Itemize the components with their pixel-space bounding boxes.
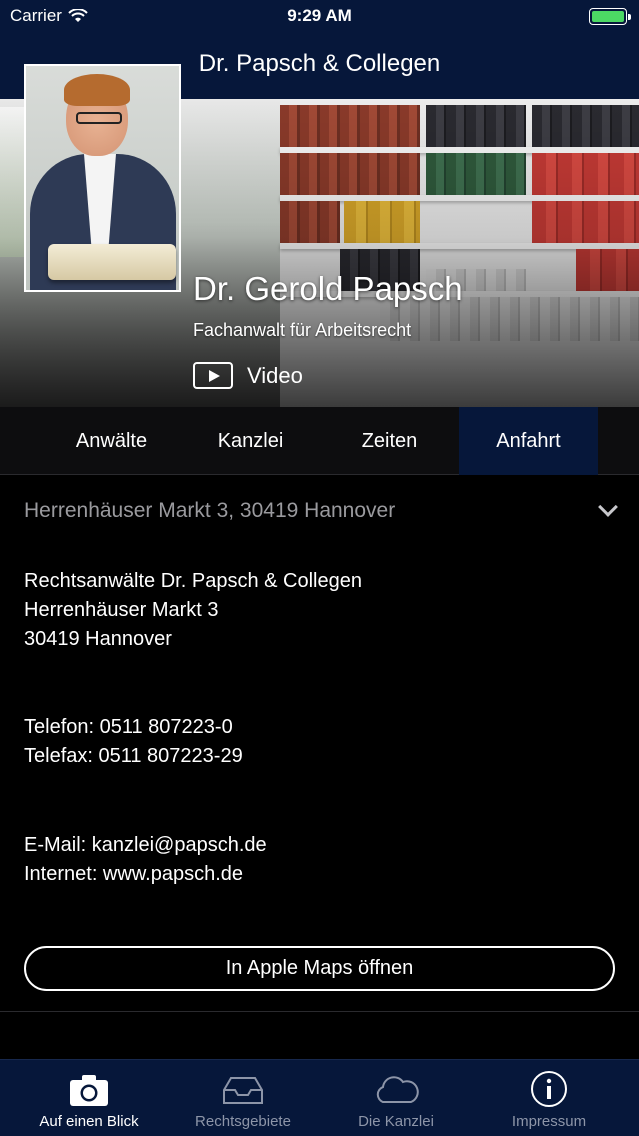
lawyer-name: Dr. Gerold Papsch <box>193 270 463 307</box>
online-block: E-Mail: kanzlei@papsch.de Internet: www.… <box>24 831 267 889</box>
section-tabs: Anwälte Kanzlei Zeiten Anfahrt <box>0 407 639 475</box>
tabbar-label: Rechtsgebiete <box>195 1113 291 1130</box>
info-icon <box>531 1071 567 1107</box>
bottom-tab-bar: Auf einen Blick Rechtsgebiete Die Kanzle… <box>0 1059 639 1136</box>
video-label: Video <box>247 362 303 388</box>
chevron-down-icon <box>598 497 618 517</box>
camera-icon <box>70 1075 108 1106</box>
status-time: 9:29 AM <box>287 6 352 25</box>
cloud-icon <box>376 1076 419 1103</box>
status-bar: Carrier 9:29 AM <box>0 0 639 34</box>
tab-zeiten[interactable]: Zeiten <box>320 407 459 475</box>
tab-anwaelte[interactable]: Anwälte <box>42 407 181 475</box>
phone-number[interactable]: Telefon: 0511 807223-0 <box>24 713 243 742</box>
open-apple-maps-button[interactable]: In Apple Maps öffnen <box>24 946 615 991</box>
tab-anfahrt[interactable]: Anfahrt <box>459 407 598 475</box>
play-icon <box>193 362 233 389</box>
inbox-icon <box>223 1077 263 1104</box>
tabbar-item-die-kanzlei[interactable]: Die Kanzlei <box>316 1060 476 1136</box>
tabbar-label: Die Kanzlei <box>358 1113 434 1130</box>
battery-icon <box>589 8 631 25</box>
firm-name: Rechtsanwälte Dr. Papsch & Collegen <box>24 570 362 592</box>
lawyer-portrait <box>24 64 181 292</box>
phone-block: Telefon: 0511 807223-0 Telefax: 0511 807… <box>24 713 243 771</box>
tabbar-item-rechtsgebiete[interactable]: Rechtsgebiete <box>163 1060 323 1136</box>
city: 30419 Hannover <box>24 628 172 650</box>
email-link[interactable]: E-Mail: kanzlei@papsch.de <box>24 831 267 860</box>
video-button[interactable]: Video <box>193 362 303 389</box>
fax-number: Telefax: 0511 807223-29 <box>24 745 243 767</box>
tabbar-item-auf-einen-blick[interactable]: Auf einen Blick <box>9 1060 169 1136</box>
tabbar-label: Impressum <box>511 1113 587 1130</box>
street: Herrenhäuser Markt 3 <box>24 599 219 621</box>
address-block: Rechtsanwälte Dr. Papsch & Collegen Herr… <box>24 567 362 654</box>
lawyer-specialty: Fachanwalt für Arbeitsrecht <box>193 320 412 340</box>
address-header-text: Herrenhäuser Markt 3, 30419 Hannover <box>24 499 396 522</box>
tabbar-item-impressum[interactable]: Impressum <box>469 1060 629 1136</box>
divider <box>0 1011 639 1012</box>
website-link[interactable]: Internet: www.papsch.de <box>24 860 267 889</box>
tabbar-label: Auf einen Blick <box>39 1113 139 1130</box>
tab-kanzlei[interactable]: Kanzlei <box>181 407 320 475</box>
address-header[interactable]: Herrenhäuser Markt 3, 30419 Hannover <box>0 476 639 546</box>
